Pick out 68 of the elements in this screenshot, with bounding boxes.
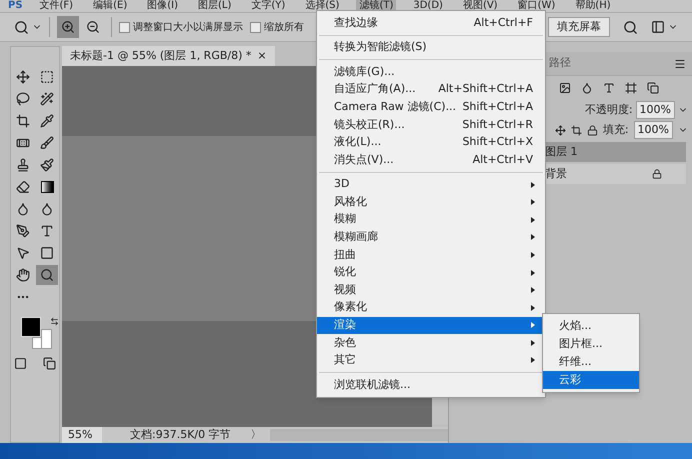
fill-label: 填充: — [602, 122, 629, 138]
search-icon[interactable] — [623, 20, 638, 34]
image-filter-icon[interactable] — [559, 82, 571, 94]
lock-icon — [652, 169, 662, 179]
checkbox-label: 调整窗口大小以满屏显示 — [133, 20, 243, 34]
document-tab[interactable]: 未标题-1 @ 55% (图层 1, RGB/8) * × — [62, 46, 275, 66]
adjustment-filter-icon[interactable] — [581, 82, 593, 94]
menu-item[interactable]: 视图(V) — [460, 0, 501, 12]
menu-item[interactable]: 帮助(H) — [572, 0, 614, 12]
opacity-field[interactable]: 100% — [636, 100, 675, 120]
panel-menu-icon[interactable] — [674, 58, 686, 70]
lock-all-icon[interactable] — [586, 124, 598, 136]
opacity-label: 不透明度: — [584, 102, 633, 118]
menu-item[interactable]: 模糊 — [317, 210, 545, 229]
menu-item[interactable]: 视频 — [317, 281, 545, 299]
foreground-color-swatch[interactable] — [21, 317, 41, 337]
lock-artboard-icon[interactable] — [570, 124, 582, 136]
menu-item[interactable]: 转换为智能滤镜(S) — [317, 38, 545, 56]
lock-position-icon[interactable] — [554, 124, 566, 136]
menu-item[interactable]: 图像(I) — [144, 0, 181, 12]
close-tab-icon[interactable]: × — [257, 48, 267, 64]
layer-name: 图层 1 — [545, 144, 578, 160]
menu-item[interactable]: 像素化 — [317, 298, 545, 316]
menu-item[interactable]: 镜头校正(R)... Shift+Ctrl+R — [317, 116, 545, 134]
menu-item[interactable]: 滤镜库(G)... — [317, 63, 545, 81]
menu-item[interactable]: 3D(D) — [410, 0, 446, 12]
fill-field[interactable]: 100% — [634, 120, 673, 140]
shape-filter-icon[interactable] — [625, 82, 637, 94]
menu-item[interactable]: 锐化 — [317, 264, 545, 282]
zoom-tool-icon[interactable] — [36, 265, 58, 285]
checkbox[interactable] — [250, 22, 261, 32]
zoom-tool-icon[interactable] — [14, 20, 29, 34]
zoom-in-button[interactable] — [57, 16, 79, 38]
checkbox[interactable] — [119, 22, 130, 32]
menu-item[interactable]: 自适应广角(A)... Alt+Shift+Ctrl+A — [317, 80, 545, 98]
menu-item[interactable]: 查找边缘 Alt+Ctrl+F — [317, 14, 545, 32]
menu-item[interactable]: 选择(S) — [302, 0, 342, 12]
swap-colors-icon[interactable] — [50, 317, 59, 326]
app-logo: PS — [8, 0, 23, 12]
document-info: 文档:937.5K/0 字节 — [130, 426, 231, 443]
smart-object-filter-icon[interactable] — [647, 82, 659, 94]
checkbox-label: 缩放所有 — [264, 20, 304, 34]
submenu-item[interactable]: 纤维... — [543, 353, 639, 371]
type-filter-icon[interactable] — [603, 82, 615, 94]
menu-item[interactable]: 渲染 — [317, 316, 545, 334]
menu-item[interactable]: 编辑(E) — [90, 0, 130, 12]
quick-mask-icon[interactable] — [14, 357, 27, 370]
submenu-item[interactable]: 图片框... — [543, 335, 639, 353]
menu-item[interactable]: 模糊画廊 — [317, 228, 545, 246]
menu-item[interactable]: Camera Raw 滤镜(C)... Shift+Ctrl+A — [317, 98, 545, 116]
zoom-out-icon — [86, 20, 100, 34]
menu-item[interactable]: 图层(L) — [194, 0, 234, 12]
panel-tab[interactable]: 路径 — [549, 55, 571, 72]
menu-item[interactable]: 其它 — [317, 352, 545, 370]
menu-item[interactable]: 杂色 — [317, 334, 545, 352]
zoom-level: 55% — [62, 426, 102, 444]
menu-item[interactable]: 风格化 — [317, 193, 545, 211]
menu-item[interactable]: 浏览联机滤镜... — [317, 376, 545, 394]
document-title: 未标题-1 @ 55% (图层 1, RGB/8) * — [70, 48, 252, 64]
menu-item[interactable]: 扭曲 — [317, 246, 545, 264]
status-arrow[interactable]: 〉 — [250, 426, 262, 444]
workspace-icon[interactable] — [651, 20, 665, 34]
zoom-in-icon — [61, 20, 75, 34]
layer-name: 背景 — [545, 166, 568, 182]
fill-screen-button[interactable]: 填充屏幕 — [548, 17, 610, 37]
screen-mode-icon[interactable] — [43, 357, 56, 370]
submenu-item[interactable]: 云彩 — [543, 371, 639, 389]
submenu-item[interactable]: 火焰... — [543, 317, 639, 335]
